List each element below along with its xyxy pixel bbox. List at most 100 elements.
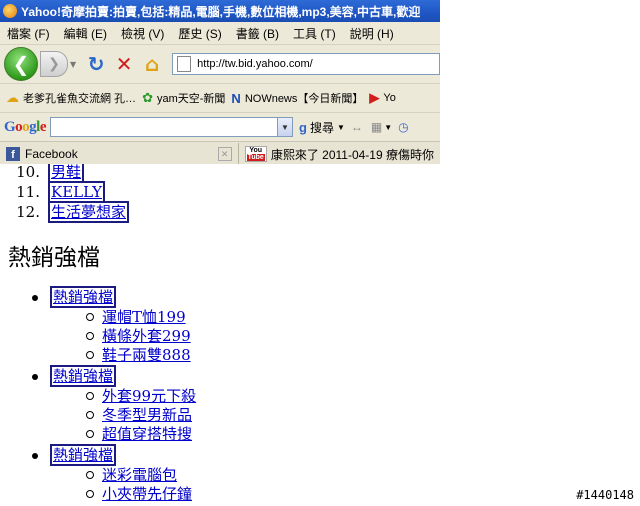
sub-item: 超值穿搭特搜 <box>86 425 440 444</box>
sub-link[interactable]: 迷彩電腦包 <box>102 466 177 484</box>
forward-button[interactable]: ❯ <box>40 51 68 77</box>
sub-link[interactable]: 運帽T恤199 <box>102 308 186 326</box>
google-search-button[interactable]: g 搜尋 ▼ <box>299 119 345 136</box>
bookmark-star-icon[interactable]: ▦ <box>371 120 382 134</box>
window-title: Yahoo!奇摩拍賣:拍賣,包括:精品,電腦,手機,數位相機,mp3,美容,中古… <box>21 4 421 19</box>
arrows-icon[interactable]: ↔ <box>351 120 363 134</box>
lifebuoy-icon: ☁ <box>6 90 19 105</box>
sub-item: 冬季型男新品 <box>86 406 440 425</box>
list-number: 10. <box>16 164 40 181</box>
bookmarks-toolbar: ☁ 老爹孔雀魚交流網 孔… ✿ yam天空-新聞 N NOWnews【今日新聞】… <box>0 84 440 113</box>
hot-sales-group: 熱銷強檔 運帽T恤199 橫條外套299 鞋子兩雙888 <box>0 286 440 365</box>
sub-item: 橫條外套299 <box>86 327 440 346</box>
url-text: http://tw.bid.yahoo.com/ <box>197 58 313 70</box>
hot-sales-group: 熱銷強檔 迷彩電腦包 小夾帶先仔鐘 <box>0 444 440 504</box>
circle-bullet-icon <box>86 351 94 359</box>
hot-sales-group: 熱銷強檔 外套99元下殺 冬季型男新品 超值穿搭特搜 <box>0 365 440 444</box>
bullet-icon <box>32 374 38 380</box>
list-item: 10. 男鞋 <box>0 164 440 183</box>
sub-item: 外套99元下殺 <box>86 387 440 406</box>
bookmark-item[interactable]: N NOWnews【今日新聞】 <box>231 90 363 106</box>
close-icon[interactable]: ✕ <box>217 147 232 161</box>
sub-link[interactable]: 冬季型男新品 <box>102 406 192 424</box>
section-title: 熱銷強檔 <box>8 245 100 271</box>
hot-sales-link[interactable]: 熱銷強檔 <box>50 444 117 466</box>
back-arrow-icon: ❮ <box>12 52 30 76</box>
list-number: 12. <box>16 203 40 221</box>
circle-bullet-icon <box>86 313 94 321</box>
page-icon <box>177 56 192 72</box>
menu-history[interactable]: 歷史 (S) <box>171 25 228 42</box>
bookmark-label: yam天空-新聞 <box>156 93 226 105</box>
sub-item: 小夾帶先仔鐘 <box>86 485 440 504</box>
menu-view[interactable]: 檢視 (V) <box>114 25 171 42</box>
menu-help[interactable]: 說明 (H) <box>343 25 401 42</box>
bookmark-item[interactable]: ▶ Yo <box>369 90 395 106</box>
circle-bullet-icon <box>86 490 94 498</box>
circle-bullet-icon <box>86 392 94 400</box>
now-icon: N <box>231 90 241 106</box>
back-button[interactable]: ❮ <box>4 47 38 81</box>
sub-link[interactable]: 小夾帶先仔鐘 <box>102 485 192 503</box>
sub-item: 鞋子兩雙888 <box>86 346 440 365</box>
title-bar: Yahoo!奇摩拍賣:拍賣,包括:精品,電腦,手機,數位相機,mp3,美容,中古… <box>0 0 440 22</box>
youtube-icon: ▶ <box>369 90 380 105</box>
bookmark-label: 老爹孔雀魚交流網 孔… <box>23 93 137 105</box>
watermark: #1440148 <box>576 488 634 502</box>
menu-edit[interactable]: 編輯 (E) <box>57 25 114 42</box>
forward-arrow-icon: ❯ <box>48 56 60 72</box>
list-number: 11. <box>16 183 40 201</box>
category-link[interactable]: KELLY <box>48 181 106 203</box>
menu-tools[interactable]: 工具 (T) <box>286 25 343 42</box>
home-icon[interactable]: ⌂ <box>138 50 166 78</box>
sub-item: 迷彩電腦包 <box>86 466 440 485</box>
chevron-down-icon[interactable]: ▼ <box>337 123 345 132</box>
hot-sales-link[interactable]: 熱銷強檔 <box>50 286 117 308</box>
navigation-toolbar: ❮ ❯ ▼ ↻ ✕ ⌂ http://tw.bid.yahoo.com/ <box>0 45 440 84</box>
google-toolbar: Google ▼ g 搜尋 ▼ ↔ ▦ ▼ ◷ <box>0 113 440 142</box>
bookmark-item[interactable]: ☁ 老爹孔雀魚交流網 孔… <box>6 90 136 106</box>
sub-list: 外套99元下殺 冬季型男新品 超值穿搭特搜 <box>50 387 440 444</box>
sub-link[interactable]: 超值穿搭特搜 <box>102 425 192 443</box>
sub-link[interactable]: 鞋子兩雙888 <box>102 346 191 364</box>
stop-icon[interactable]: ✕ <box>110 50 138 78</box>
history-dropdown-icon[interactable]: ▼ <box>70 60 76 69</box>
menu-bookmarks[interactable]: 書籤 (B) <box>229 25 286 42</box>
hot-sales-list: 熱銷強檔 運帽T恤199 橫條外套299 鞋子兩雙888 熱銷強檔 外套99元下… <box>0 286 440 504</box>
menu-bar: 檔案 (F) 編輯 (E) 檢視 (V) 歷史 (S) 書籤 (B) 工具 (T… <box>0 22 440 45</box>
google-g-icon: g <box>299 119 307 135</box>
sub-link[interactable]: 外套99元下殺 <box>102 387 196 405</box>
youtube-icon: You Tube <box>244 146 267 162</box>
chevron-down-icon[interactable]: ▼ <box>384 123 392 132</box>
tab-facebook[interactable]: f Facebook ✕ <box>0 143 239 165</box>
clock-icon[interactable]: ◷ <box>398 120 408 134</box>
chevron-down-icon[interactable]: ▼ <box>278 117 294 137</box>
tab-youtube[interactable]: You Tube 康熙來了 2011-04-19 療傷時你 <box>239 143 440 165</box>
firefox-icon <box>3 4 17 18</box>
circle-bullet-icon <box>86 411 94 419</box>
bullet-icon <box>32 453 38 459</box>
circle-bullet-icon <box>86 471 94 479</box>
list-item: 11. KELLY <box>0 181 440 203</box>
category-link[interactable]: 生活夢想家 <box>48 201 130 223</box>
facebook-icon: f <box>6 147 20 161</box>
reload-icon[interactable]: ↻ <box>82 50 110 78</box>
circle-bullet-icon <box>86 430 94 438</box>
bullet-icon <box>32 295 38 301</box>
hot-sales-link[interactable]: 熱銷強檔 <box>50 365 117 387</box>
page-content: 10. 男鞋 11. KELLY 12. 生活夢想家 熱銷強檔 熱銷強檔 運帽T恤19… <box>0 164 440 506</box>
sub-link[interactable]: 橫條外套299 <box>102 327 191 345</box>
sub-list: 迷彩電腦包 小夾帶先仔鐘 <box>50 466 440 504</box>
sub-list: 運帽T恤199 橫條外套299 鞋子兩雙888 <box>50 308 440 365</box>
bookmark-label: Yo <box>383 92 396 104</box>
url-bar[interactable]: http://tw.bid.yahoo.com/ <box>172 53 440 75</box>
bookmark-item[interactable]: ✿ yam天空-新聞 <box>142 90 225 106</box>
bookmark-label: NOWnews【今日新聞】 <box>244 93 364 105</box>
tab-label: Facebook <box>25 147 78 161</box>
yam-icon: ✿ <box>142 90 153 105</box>
list-item: 12. 生活夢想家 <box>0 201 440 223</box>
google-logo: Google <box>4 118 47 135</box>
browser-window: Yahoo!奇摩拍賣:拍賣,包括:精品,電腦,手機,數位相機,mp3,美容,中古… <box>0 0 440 506</box>
menu-file[interactable]: 檔案 (F) <box>0 25 57 42</box>
google-search-input[interactable] <box>50 117 279 137</box>
